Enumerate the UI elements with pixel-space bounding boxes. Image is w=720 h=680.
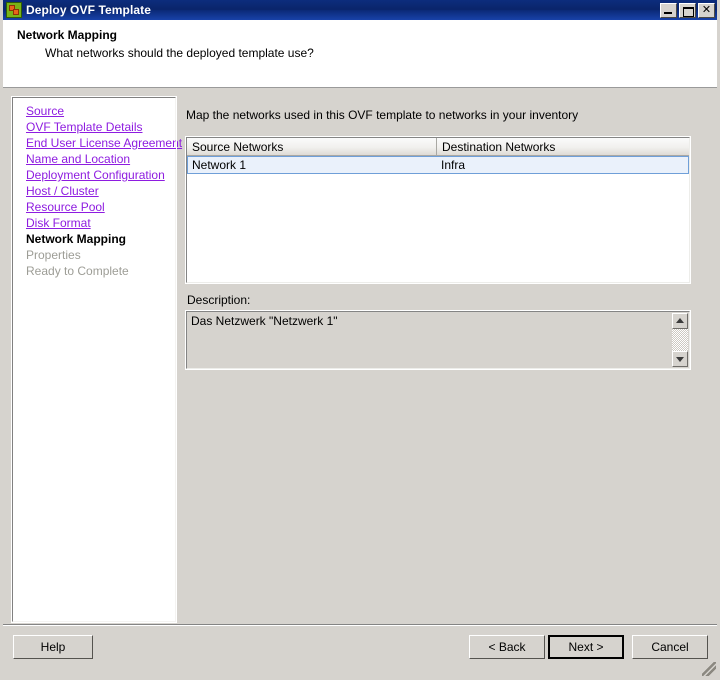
network-mapping-table[interactable]: Source Networks Destination Networks Net… bbox=[185, 136, 691, 284]
cell-source-network: Network 1 bbox=[192, 158, 247, 172]
dialog-footer: Help < Back Next > Cancel bbox=[3, 624, 717, 677]
sidebar-item-resource-pool[interactable]: Resource Pool bbox=[26, 199, 175, 215]
sidebar-item-deployment-configuration[interactable]: Deployment Configuration bbox=[26, 167, 175, 183]
window-title: Deploy OVF Template bbox=[26, 3, 152, 17]
table-header-row: Source Networks Destination Networks bbox=[187, 138, 689, 156]
next-button[interactable]: Next > bbox=[548, 635, 624, 659]
page-subtitle: What networks should the deployed templa… bbox=[45, 46, 314, 60]
minimize-button[interactable] bbox=[660, 2, 677, 18]
title-bar[interactable]: Deploy OVF Template ✕ bbox=[3, 0, 717, 20]
sidebar-item-source[interactable]: Source bbox=[26, 103, 175, 119]
wizard-header: Network Mapping What networks should the… bbox=[3, 20, 717, 88]
wizard-step-list: Source OVF Template Details End User Lic… bbox=[11, 96, 182, 623]
close-icon: ✕ bbox=[701, 3, 712, 16]
table-row[interactable]: Network 1 Infra bbox=[187, 156, 689, 174]
window-controls: ✕ bbox=[660, 2, 715, 18]
cancel-button[interactable]: Cancel bbox=[632, 635, 708, 659]
sidebar-item-properties: Properties bbox=[26, 248, 81, 262]
scroll-down-arrow-icon[interactable] bbox=[672, 351, 688, 367]
main-content: Map the networks used in this OVF templa… bbox=[176, 97, 707, 624]
description-scrollbar[interactable] bbox=[672, 313, 688, 367]
sidebar-item-network-mapping: Network Mapping bbox=[26, 232, 127, 246]
description-text: Das Netzwerk "Netzwerk 1" bbox=[191, 314, 338, 328]
maximize-button[interactable] bbox=[679, 2, 696, 18]
page-title: Network Mapping bbox=[17, 28, 118, 42]
column-header-destination-networks[interactable]: Destination Networks bbox=[437, 138, 689, 156]
column-header-source-networks[interactable]: Source Networks bbox=[187, 138, 437, 156]
sidebar-item-end-user-license-agreement[interactable]: End User License Agreement bbox=[26, 135, 182, 151]
dialog-body: Source OVF Template Details End User Lic… bbox=[3, 88, 717, 624]
sidebar-item-host-cluster[interactable]: Host / Cluster bbox=[26, 183, 175, 199]
deploy-ovf-template-dialog: Deploy OVF Template ✕ Network Mapping Wh… bbox=[0, 0, 720, 680]
help-button[interactable]: Help bbox=[13, 635, 93, 659]
ovf-template-icon bbox=[6, 2, 22, 18]
scroll-up-arrow-icon[interactable] bbox=[672, 313, 688, 329]
description-panel: Das Netzwerk "Netzwerk 1" bbox=[185, 310, 691, 370]
sidebar-item-ovf-template-details[interactable]: OVF Template Details bbox=[26, 119, 175, 135]
back-button[interactable]: < Back bbox=[469, 635, 545, 659]
instruction-text: Map the networks used in this OVF templa… bbox=[186, 108, 579, 122]
sidebar-item-ready-to-complete: Ready to Complete bbox=[26, 264, 129, 278]
sidebar-item-name-and-location[interactable]: Name and Location bbox=[26, 151, 175, 167]
description-label: Description: bbox=[187, 293, 251, 307]
cell-destination-network[interactable]: Infra bbox=[437, 157, 688, 173]
close-button[interactable]: ✕ bbox=[698, 2, 715, 18]
sidebar-item-disk-format[interactable]: Disk Format bbox=[26, 215, 175, 231]
resize-grip-icon[interactable] bbox=[702, 662, 716, 676]
